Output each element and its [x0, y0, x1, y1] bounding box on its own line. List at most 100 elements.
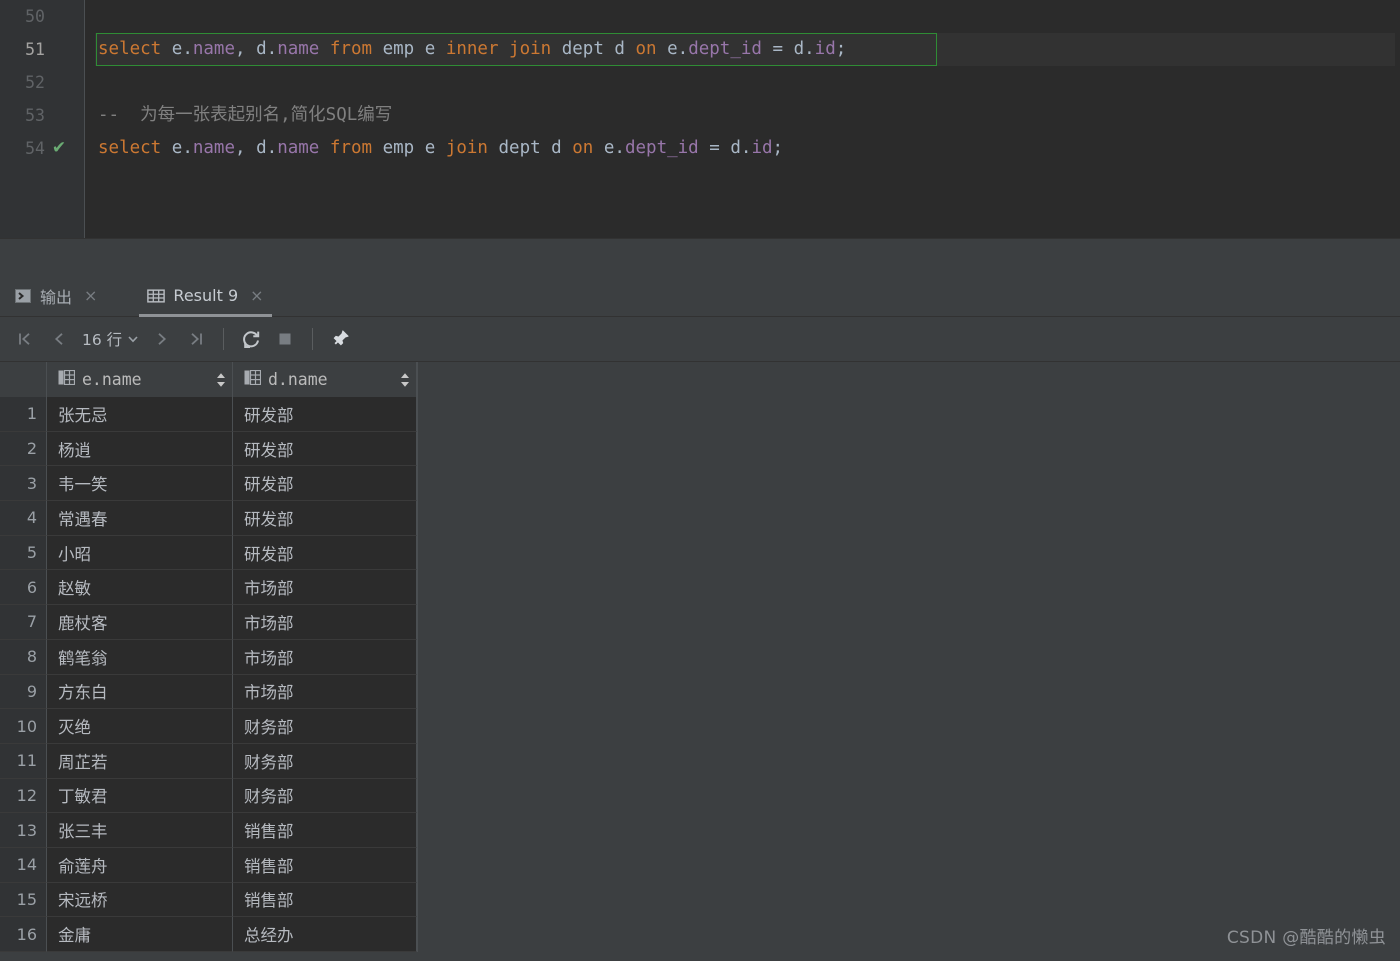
table-row[interactable]: 9 方东白 市场部 — [0, 674, 417, 710]
table-row[interactable]: 8 鹤笔翁 市场部 — [0, 639, 417, 675]
next-page-button[interactable] — [145, 322, 179, 356]
sort-indicator-icon[interactable] — [216, 372, 226, 388]
result-grid-body[interactable]: 1 张无忌 研发部 2 杨逍 研发部 3 韦一笑 研发部 4 常遇春 研发部 5 小昭 研发部 6 赵敏 市场部 7… — [0, 397, 417, 952]
table-row[interactable]: 15 宋远桥 销售部 — [0, 882, 417, 918]
tab-output[interactable]: 输出 × — [0, 275, 111, 317]
token: . — [182, 39, 193, 59]
row-number: 6 — [0, 570, 47, 606]
table-row[interactable]: 4 常遇春 研发部 — [0, 501, 417, 536]
cell-e-name[interactable]: 丁敏君 — [47, 778, 233, 814]
token: inner — [445, 39, 499, 59]
token: join — [445, 138, 488, 158]
cell-d-name[interactable]: 销售部 — [233, 813, 417, 848]
editor-code-area[interactable]: select e.name, d.name from emp e inner j… — [86, 0, 1400, 238]
cell-d-name[interactable]: 财务部 — [233, 778, 417, 814]
tab-result-9[interactable]: Result 9 × — [133, 275, 277, 317]
cell-d-name[interactable]: 研发部 — [233, 535, 417, 571]
cell-e-name[interactable]: 小昭 — [47, 535, 233, 571]
token: on — [635, 39, 657, 59]
cell-e-name[interactable]: 方东白 — [47, 674, 233, 710]
table-row[interactable]: 3 韦一笑 研发部 — [0, 466, 417, 502]
reload-page-button[interactable] — [234, 322, 268, 356]
cell-d-name[interactable]: 总经办 — [233, 917, 417, 952]
token: ; — [835, 39, 847, 59]
cell-e-name[interactable]: 鹤笔翁 — [47, 639, 233, 675]
sql-editor[interactable]: 50 51 52 53 54 ✔ select e.name, d.name from e… — [0, 0, 1400, 238]
pin-tab-button[interactable] — [323, 322, 357, 356]
cell-e-name[interactable]: 常遇春 — [47, 501, 233, 536]
cell-d-name[interactable]: 财务部 — [233, 743, 417, 779]
token: = d — [761, 39, 805, 59]
row-number: 8 — [0, 639, 47, 675]
table-row[interactable]: 5 小昭 研发部 — [0, 535, 417, 571]
column-header-e-name[interactable]: e.name — [47, 362, 233, 397]
tab-output-close-icon[interactable]: × — [80, 287, 101, 304]
result-grid[interactable]: e.name d.name 1 张无忌 研发部 2 杨逍 研发部 3 韦一笑 研… — [0, 362, 418, 952]
table-row[interactable]: 6 赵敏 市场部 — [0, 570, 417, 606]
editor-gutter[interactable]: 50 51 52 53 54 ✔ — [0, 0, 85, 238]
tab-result-9-close-icon[interactable]: × — [246, 287, 267, 304]
table-row[interactable]: 1 张无忌 研发部 — [0, 397, 417, 432]
token: . — [266, 39, 278, 59]
code-line-54[interactable]: select e.name, d.name from emp e join de… — [86, 132, 783, 165]
cell-e-name[interactable]: 韦一笑 — [47, 466, 233, 502]
cell-d-name[interactable]: 市场部 — [233, 570, 417, 606]
column-icon — [58, 369, 76, 389]
table-row[interactable]: 14 俞莲舟 销售部 — [0, 847, 417, 883]
cell-d-name[interactable]: 销售部 — [233, 847, 417, 883]
token: . — [804, 39, 815, 59]
cell-e-name[interactable]: 赵敏 — [47, 570, 233, 606]
cell-e-name[interactable]: 杨逍 — [47, 431, 233, 467]
token: d — [256, 138, 267, 158]
row-number: 11 — [0, 743, 47, 779]
cell-d-name[interactable]: 研发部 — [233, 431, 417, 467]
cell-e-name[interactable]: 周芷若 — [47, 743, 233, 779]
token: name — [277, 39, 320, 59]
cell-d-name[interactable]: 研发部 — [233, 501, 417, 536]
cell-d-name[interactable]: 财务部 — [233, 709, 417, 744]
first-page-button[interactable] — [8, 322, 42, 356]
token: emp e — [372, 138, 446, 158]
cell-e-name[interactable]: 俞莲舟 — [47, 847, 233, 883]
code-line-50[interactable] — [86, 0, 98, 33]
table-row[interactable]: 16 金庸 总经办 — [0, 917, 417, 952]
cell-d-name[interactable]: 市场部 — [233, 605, 417, 640]
token: d — [256, 39, 267, 59]
previous-page-button[interactable] — [42, 322, 76, 356]
token: join — [509, 39, 552, 59]
cell-e-name[interactable]: 鹿杖客 — [47, 605, 233, 640]
table-row[interactable]: 10 灭绝 财务部 — [0, 709, 417, 744]
token: on — [572, 138, 594, 158]
sort-indicator-icon[interactable] — [400, 372, 410, 388]
column-header-d-name[interactable]: d.name — [233, 362, 417, 397]
cell-d-name[interactable]: 市场部 — [233, 674, 417, 710]
stop-query-button[interactable] — [268, 322, 302, 356]
cell-e-name[interactable]: 金庸 — [47, 917, 233, 952]
row-count-selector[interactable]: 16 行 — [76, 328, 145, 350]
last-page-button[interactable] — [179, 322, 213, 356]
grid-corner-cell — [0, 362, 47, 397]
cell-d-name[interactable]: 市场部 — [233, 639, 417, 675]
statement-valid-check-icon[interactable]: ✔ — [48, 132, 70, 165]
table-row[interactable]: 2 杨逍 研发部 — [0, 431, 417, 467]
code-line-53[interactable]: -- 为每一张表起别名,简化SQL编写 — [86, 99, 392, 132]
cell-d-name[interactable]: 研发部 — [233, 466, 417, 502]
code-line-52[interactable] — [86, 66, 98, 99]
cell-d-name[interactable]: 销售部 — [233, 882, 417, 918]
line-number-52: 52 — [25, 73, 45, 92]
table-row[interactable]: 12 丁敏君 财务部 — [0, 778, 417, 814]
cell-e-name[interactable]: 张无忌 — [47, 397, 233, 432]
cell-d-name[interactable]: 研发部 — [233, 397, 417, 432]
cell-e-name[interactable]: 灭绝 — [47, 709, 233, 744]
table-row[interactable]: 11 周芷若 财务部 — [0, 743, 417, 779]
table-row[interactable]: 13 张三丰 销售部 — [0, 813, 417, 848]
line-number-53: 53 — [25, 106, 45, 125]
code-line-51[interactable]: select e.name, d.name from emp e inner j… — [95, 33, 1395, 66]
toolbar-separator-2 — [312, 328, 314, 350]
table-row[interactable]: 7 鹿杖客 市场部 — [0, 605, 417, 640]
editor-panel-splitter[interactable] — [0, 238, 1400, 275]
cell-e-name[interactable]: 宋远桥 — [47, 882, 233, 918]
token: e — [171, 138, 183, 158]
cell-e-name[interactable]: 张三丰 — [47, 813, 233, 848]
